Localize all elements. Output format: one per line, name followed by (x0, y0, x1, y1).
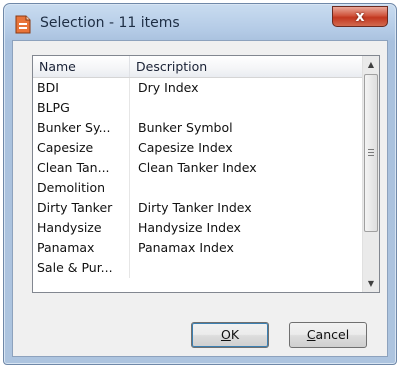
row-name: BLPG (33, 98, 130, 118)
dialog-body: Name Description BDI Dry Index BLPG Bunk… (12, 40, 388, 357)
list-row[interactable]: Demolition (33, 178, 363, 198)
list-row[interactable]: Sale & Pur... (33, 258, 363, 278)
cancel-label: ancel (315, 327, 350, 342)
list-rows: BDI Dry Index BLPG Bunker Sy... Bunker S… (33, 78, 363, 278)
row-name: Demolition (33, 178, 130, 198)
ok-button[interactable]: OK (191, 322, 269, 348)
ok-mnemonic: O (220, 327, 231, 342)
cancel-button[interactable]: Cancel (289, 322, 367, 348)
ok-label: K (230, 327, 240, 342)
row-name: Capesize (33, 138, 130, 158)
row-description: Capesize Index (138, 140, 233, 155)
window-title: Selection - 11 items (40, 15, 180, 31)
list-header: Name Description (33, 56, 363, 78)
cancel-mnemonic: C (306, 327, 316, 342)
scroll-down-icon[interactable]: ▼ (363, 275, 379, 292)
row-name: Handysize (33, 218, 130, 238)
row-description: Dirty Tanker Index (138, 200, 252, 215)
list-row[interactable]: Clean Tan... Clean Tanker Index (33, 158, 363, 178)
vertical-scrollbar[interactable]: ▲ ▼ (362, 56, 379, 292)
selection-dialog: Selection - 11 items x Name Description … (3, 3, 397, 365)
app-icon (15, 15, 31, 34)
row-name: Dirty Tanker (33, 198, 130, 218)
row-description (130, 98, 363, 118)
column-header-description[interactable]: Description (130, 56, 363, 77)
row-name: Clean Tan... (33, 158, 130, 178)
list-row[interactable]: Dirty Tanker Dirty Tanker Index (33, 198, 363, 218)
list-row[interactable]: Capesize Capesize Index (33, 138, 363, 158)
list-row[interactable]: Bunker Sy... Bunker Symbol (33, 118, 363, 138)
row-name: Panamax (33, 238, 130, 258)
scrollbar-thumb[interactable] (364, 74, 378, 232)
row-description: Dry Index (138, 80, 199, 95)
row-name: Sale & Pur... (33, 258, 130, 278)
list-row[interactable]: BLPG (33, 98, 363, 118)
row-description: Panamax Index (138, 240, 234, 255)
row-description: Handysize Index (138, 220, 241, 235)
row-description: Bunker Symbol (138, 120, 233, 135)
row-name: Bunker Sy... (33, 118, 130, 138)
title-bar[interactable]: Selection - 11 items x (4, 4, 396, 42)
close-icon: x (355, 8, 365, 25)
list-row[interactable]: Panamax Panamax Index (33, 238, 363, 258)
scroll-grip-icon (368, 149, 374, 156)
scroll-up-icon[interactable]: ▲ (363, 56, 379, 73)
row-description (130, 258, 363, 278)
row-name: BDI (33, 78, 130, 98)
list-row[interactable]: BDI Dry Index (33, 78, 363, 98)
list-row[interactable]: Handysize Handysize Index (33, 218, 363, 238)
close-button[interactable]: x (332, 6, 388, 27)
row-description (130, 178, 363, 198)
column-header-name[interactable]: Name (33, 56, 130, 77)
row-description: Clean Tanker Index (138, 160, 257, 175)
selection-list[interactable]: Name Description BDI Dry Index BLPG Bunk… (32, 55, 380, 293)
